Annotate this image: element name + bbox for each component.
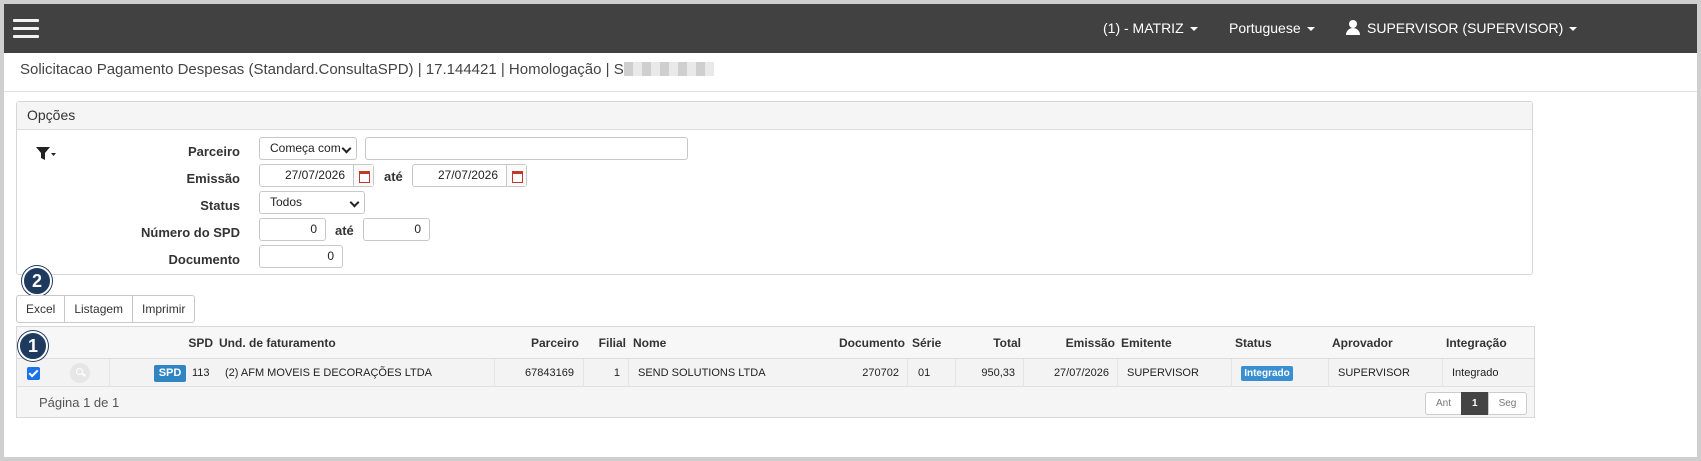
next-page-button[interactable]: Seg (1487, 392, 1528, 415)
branch-dropdown[interactable]: (1) - MATRIZ (1103, 4, 1198, 53)
excel-button[interactable]: Excel (16, 295, 66, 323)
divider (4, 91, 1697, 92)
page-title-text: Solicitacao Pagamento Despesas (Standard… (20, 61, 624, 78)
cell-serie: 01 (918, 367, 931, 379)
column-divider (1117, 359, 1118, 387)
col-aprovador[interactable]: Aprovador (1332, 336, 1393, 350)
callout-badge-2: 2 (22, 266, 52, 296)
redacted-text (623, 62, 714, 76)
column-divider (494, 359, 495, 387)
chevron-down-icon (349, 197, 360, 208)
column-divider (1328, 359, 1329, 387)
pagination-text: Página 1 de 1 (39, 395, 120, 410)
table-header: SPD Und. de faturamento Parceiro Filial … (17, 327, 1534, 359)
parceiro-input[interactable] (365, 137, 688, 160)
numero-spd-from-input[interactable]: 0 (259, 218, 326, 241)
prev-page-button[interactable]: Ant (1425, 392, 1463, 415)
callout-badge-1: 1 (18, 331, 48, 361)
documento-input[interactable]: 0 (259, 245, 343, 268)
imprimir-button[interactable]: Imprimir (132, 295, 196, 323)
col-status[interactable]: Status (1235, 336, 1272, 350)
emissao-to-value: 27/07/2026 (437, 168, 498, 182)
cell-aprovador: SUPERVISOR (1338, 367, 1410, 379)
parceiro-mode-select[interactable]: Começa com (259, 137, 357, 160)
status-label: Status (200, 198, 240, 213)
cell-emitente: SUPERVISOR (1127, 367, 1199, 379)
col-serie[interactable]: Série (912, 336, 941, 350)
emissao-to-label: até (384, 169, 403, 184)
documento-label: Documento (168, 252, 241, 267)
cell-nome: SEND SOLUTIONS LTDA (638, 367, 766, 379)
chevron-down-icon (1306, 27, 1315, 32)
app-window: (1) - MATRIZ Portuguese SUPERVISOR (SUPE… (4, 4, 1697, 457)
table-footer: Página 1 de 1 Ant 1 Seg (17, 387, 1534, 417)
calendar-icon[interactable] (506, 165, 526, 186)
col-filial[interactable]: Filial (587, 336, 626, 350)
cell-parceiro: 67843169 (525, 367, 574, 379)
filter-icon[interactable] (35, 145, 57, 163)
column-divider (109, 359, 110, 387)
numero-spd-to-input[interactable]: 0 (363, 218, 430, 241)
page-title: Solicitacao Pagamento Despesas (Standard… (20, 61, 714, 78)
status-badge: Integrado (1241, 366, 1293, 381)
col-emitente[interactable]: Emitente (1121, 336, 1172, 350)
col-und[interactable]: Und. de faturamento (219, 336, 336, 350)
chevron-down-icon (341, 143, 352, 154)
status-select[interactable]: Todos (259, 191, 365, 214)
col-documento[interactable]: Documento (817, 336, 905, 350)
numero-spd-to-label: até (335, 223, 354, 238)
parceiro-label: Parceiro (187, 144, 240, 159)
options-heading: Opções (17, 102, 1532, 130)
col-integracao[interactable]: Integração (1446, 336, 1507, 350)
spd-button[interactable]: SPD (154, 365, 186, 382)
col-nome[interactable]: Nome (633, 336, 666, 350)
cell-filial: 1 (613, 367, 620, 379)
page-1-button[interactable]: 1 (1461, 392, 1489, 415)
cell-documento: 270702 (862, 367, 899, 379)
user-dropdown[interactable]: SUPERVISOR (SUPERVISOR) (1346, 4, 1578, 53)
options-panel: Opções Parceiro Começa com Emissão 27/07… (16, 101, 1533, 275)
status-select-value: Todos (270, 195, 303, 209)
chevron-down-icon (1189, 27, 1198, 32)
branch-label: (1) - MATRIZ (1103, 20, 1184, 36)
emissao-from-input[interactable]: 27/07/2026 (259, 164, 374, 187)
cell-emissao: 27/07/2026 (1053, 367, 1109, 379)
parceiro-mode-value: Começa com (270, 141, 341, 155)
column-divider (907, 359, 908, 387)
column-divider (955, 359, 956, 387)
search-icon[interactable] (70, 363, 90, 383)
cell-spd: 113 (192, 367, 210, 379)
emissao-to-input[interactable]: 27/07/2026 (412, 164, 527, 187)
chevron-down-icon (1569, 27, 1578, 32)
language-label: Portuguese (1229, 20, 1301, 36)
column-divider (1442, 359, 1443, 387)
user-label: SUPERVISOR (SUPERVISOR) (1367, 20, 1564, 36)
user-icon (1346, 20, 1360, 35)
language-dropdown[interactable]: Portuguese (1229, 4, 1315, 53)
listagem-button[interactable]: Listagem (64, 295, 134, 323)
col-total[interactable]: Total (957, 336, 1021, 350)
numero-spd-label: Número do SPD (141, 225, 240, 240)
cell-integracao: Integrado (1452, 367, 1499, 379)
cell-total: 950,33 (981, 367, 1015, 379)
emissao-from-value: 27/07/2026 (284, 168, 345, 182)
row-select-checkbox[interactable] (27, 367, 40, 380)
export-toolbar: Excel Listagem Imprimir (16, 295, 196, 323)
column-divider (1023, 359, 1024, 387)
calendar-icon[interactable] (353, 165, 373, 186)
table-row[interactable]: SPD 113 (2) AFM MOVEIS E DECORAÇÕES LTDA… (17, 359, 1534, 387)
results-grid: SPD Und. de faturamento Parceiro Filial … (16, 326, 1535, 418)
menu-icon[interactable] (13, 19, 39, 39)
column-divider (628, 359, 629, 387)
column-divider (1231, 359, 1232, 387)
col-parceiro[interactable]: Parceiro (497, 336, 579, 350)
emissao-label: Emissão (186, 171, 240, 186)
cell-und: (2) AFM MOVEIS E DECORAÇÕES LTDA (225, 367, 432, 379)
pagination: Ant 1 Seg (1425, 392, 1528, 415)
col-spd[interactable]: SPD (173, 336, 213, 350)
column-divider (583, 359, 584, 387)
top-navbar: (1) - MATRIZ Portuguese SUPERVISOR (SUPE… (4, 4, 1697, 53)
col-emissao[interactable]: Emissão (1037, 336, 1115, 350)
